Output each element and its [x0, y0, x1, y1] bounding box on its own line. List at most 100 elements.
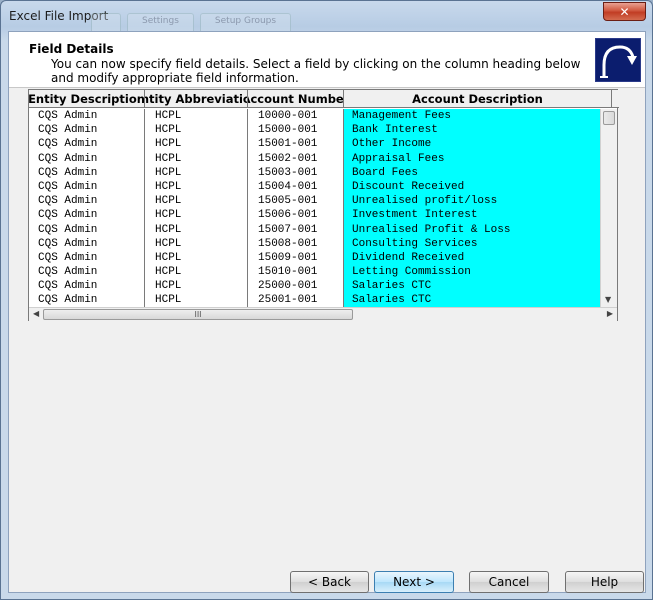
horizontal-scroll-thumb[interactable]: III	[43, 309, 353, 320]
table-row[interactable]: CQS Admin HCPL 15004-001 Discount Received	[29, 179, 612, 195]
cell-entity-abbreviation: HCPL	[145, 179, 248, 195]
table-row[interactable]: CQS Admin HCPL 15003-001 Board Fees	[29, 165, 612, 180]
scroll-down-icon[interactable]: ▼	[605, 295, 611, 304]
cell-account-number: 10000-001	[248, 109, 344, 124]
back-button[interactable]: < Back	[290, 571, 369, 593]
grid-header: Entity Description Entity Abbreviation A…	[29, 90, 619, 108]
cell-account-description: Letting Commission	[344, 265, 612, 280]
cell-entity-abbreviation: HCPL	[145, 236, 248, 251]
dialog-client-area: Field Details You can now specify field …	[8, 31, 646, 593]
help-button[interactable]: Help	[565, 571, 644, 593]
cell-entity-description: CQS Admin	[29, 265, 145, 280]
dialog-window: Excel File Import Settings Setup Groups …	[0, 0, 653, 600]
cell-account-number: 15006-001	[248, 208, 344, 223]
cell-account-description: Unrealised Profit & Loss	[344, 222, 612, 237]
cell-account-number: 15008-001	[248, 236, 344, 251]
ghost-tab: Setup Groups	[199, 13, 292, 31]
cell-entity-abbreviation: HCPL	[145, 165, 248, 180]
cell-account-description: Unrealised profit/loss	[344, 194, 612, 209]
ghost-tab	[91, 13, 121, 31]
cell-account-number: 15003-001	[248, 165, 344, 180]
cell-entity-abbreviation: HCPL	[145, 137, 248, 152]
column-heading-entity-description[interactable]: Entity Description	[29, 90, 145, 108]
cell-account-description: Management Fees	[344, 109, 612, 124]
cell-entity-description: CQS Admin	[29, 208, 145, 223]
table-row[interactable]: CQS Admin HCPL 25000-001 Salaries CTC	[29, 279, 612, 294]
cell-entity-description: CQS Admin	[29, 250, 145, 266]
column-heading-account-number[interactable]: Account Number	[248, 90, 344, 108]
cell-account-description: Salaries CTC	[344, 279, 612, 294]
table-row[interactable]: CQS Admin HCPL 15008-001 Consulting Service…	[29, 236, 612, 251]
wizard-logo-icon	[595, 38, 641, 82]
cell-account-description: Board Fees	[344, 165, 612, 180]
section-description: You can now specify field details. Selec…	[51, 57, 581, 85]
table-row[interactable]: CQS Admin HCPL 15010-001 Letting Commission	[29, 265, 612, 280]
table-row[interactable]: CQS Admin HCPL 15001-001 Other Income	[29, 137, 612, 152]
next-button[interactable]: Next >	[374, 571, 454, 593]
scroll-thumb[interactable]	[603, 111, 615, 125]
column-heading-entity-abbreviation[interactable]: Entity Abbreviation	[145, 90, 248, 108]
background-tabs: Settings Setup Groups	[91, 13, 292, 31]
cell-entity-abbreviation: HCPL	[145, 265, 248, 280]
cell-entity-description: CQS Admin	[29, 151, 145, 166]
cell-account-description: Discount Received	[344, 179, 612, 195]
title-bar[interactable]: Excel File Import Settings Setup Groups …	[1, 1, 652, 31]
cell-entity-description: CQS Admin	[29, 222, 145, 237]
cell-entity-abbreviation: HCPL	[145, 123, 248, 138]
cell-account-description: Consulting Services	[344, 236, 612, 251]
cell-account-number: 25001-001	[248, 293, 344, 307]
cell-entity-abbreviation: HCPL	[145, 109, 248, 124]
table-row[interactable]: CQS Admin HCPL 15002-001 Appraisal Fees	[29, 151, 612, 166]
cell-account-description: Other Income	[344, 137, 612, 152]
cell-account-number: 15001-001	[248, 137, 344, 152]
field-grid[interactable]: Entity Description Entity Abbreviation A…	[28, 89, 619, 321]
section-title: Field Details	[29, 42, 114, 56]
grid-body: CQS Admin HCPL 10000-001 Management Fees CQS…	[29, 109, 612, 307]
cell-account-description: Salaries CTC	[344, 293, 612, 307]
table-row[interactable]: CQS Admin HCPL 15000-001 Bank Interest	[29, 123, 612, 138]
cell-entity-description: CQS Admin	[29, 279, 145, 294]
table-row[interactable]: CQS Admin HCPL 10000-001 Management Fees	[29, 109, 612, 124]
cell-account-number: 25000-001	[248, 279, 344, 294]
table-row[interactable]: CQS Admin HCPL 15006-001 Investment Interes…	[29, 208, 612, 223]
table-row[interactable]: CQS Admin HCPL 15007-001 Unrealised Profit …	[29, 222, 612, 237]
cell-entity-abbreviation: HCPL	[145, 151, 248, 166]
cell-entity-abbreviation: HCPL	[145, 222, 248, 237]
cell-entity-abbreviation: HCPL	[145, 279, 248, 294]
cell-account-number: 15009-001	[248, 250, 344, 266]
cell-entity-abbreviation: HCPL	[145, 293, 248, 307]
cell-entity-description: CQS Admin	[29, 123, 145, 138]
cell-entity-abbreviation: HCPL	[145, 250, 248, 266]
cell-entity-abbreviation: HCPL	[145, 208, 248, 223]
cell-entity-description: CQS Admin	[29, 293, 145, 307]
cell-account-number: 15000-001	[248, 123, 344, 138]
close-icon: ✕	[619, 4, 630, 19]
cell-account-number: 15002-001	[248, 151, 344, 166]
cell-account-description: Investment Interest	[344, 208, 612, 223]
cell-account-number: 15005-001	[248, 194, 344, 209]
cell-account-number: 15010-001	[248, 265, 344, 280]
cell-entity-description: CQS Admin	[29, 236, 145, 251]
cell-entity-description: CQS Admin	[29, 194, 145, 209]
table-row[interactable]: CQS Admin HCPL 15009-001 Dividend Received	[29, 250, 612, 266]
column-heading-account-description[interactable]: Account Description	[344, 90, 612, 108]
table-row[interactable]: CQS Admin HCPL 15005-001 Unrealised profit/…	[29, 194, 612, 209]
cell-account-number: 15007-001	[248, 222, 344, 237]
cell-entity-description: CQS Admin	[29, 137, 145, 152]
close-button[interactable]: ✕	[603, 2, 646, 21]
ghost-tab: Settings	[127, 13, 194, 31]
cell-entity-description: CQS Admin	[29, 165, 145, 180]
cell-account-description: Dividend Received	[344, 250, 612, 266]
vertical-scrollbar[interactable]: ▼	[600, 109, 617, 307]
table-row[interactable]: CQS Admin HCPL 25001-001 Salaries CTC	[29, 293, 612, 307]
cell-account-number: 15004-001	[248, 179, 344, 195]
scroll-right-icon[interactable]: ▶	[607, 309, 613, 318]
scroll-left-icon[interactable]: ◀	[33, 309, 39, 318]
cell-entity-description: CQS Admin	[29, 109, 145, 124]
cell-account-description: Bank Interest	[344, 123, 612, 138]
cell-entity-description: CQS Admin	[29, 179, 145, 195]
cancel-button[interactable]: Cancel	[469, 571, 549, 593]
wizard-header: Field Details You can now specify field …	[9, 32, 645, 88]
cell-account-description: Appraisal Fees	[344, 151, 612, 166]
horizontal-scrollbar[interactable]: ◀ III ▶	[29, 307, 617, 321]
